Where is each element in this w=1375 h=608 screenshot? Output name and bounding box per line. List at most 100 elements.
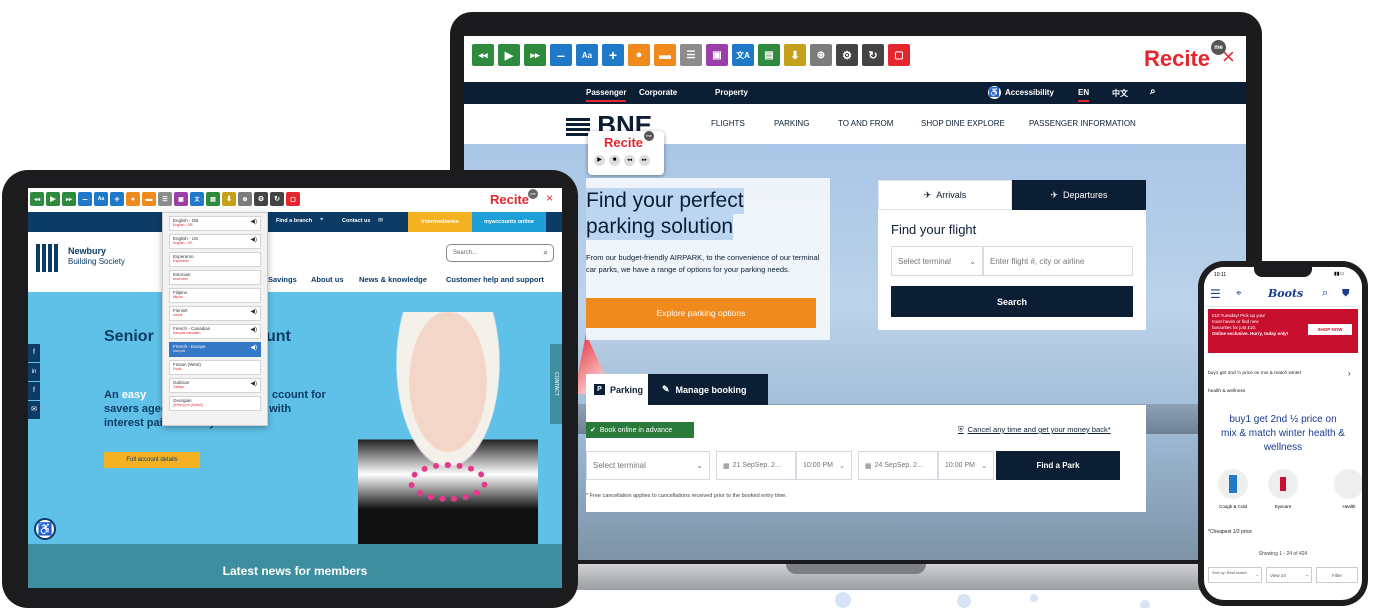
language-option[interactable]: Finnish suomi ◀)	[169, 306, 261, 321]
accessibility-icon[interactable]: ♿	[988, 86, 1001, 99]
flight-search-button[interactable]: Search	[891, 286, 1133, 317]
rewind-icon[interactable]: ◂◂	[472, 44, 494, 66]
exit-date-picker[interactable]: ▦ 24 SepSep. 2...	[858, 451, 938, 480]
language-option[interactable]: Frisian (West) Frysk	[169, 360, 261, 375]
font-icon[interactable]: Aa	[576, 44, 598, 66]
view-select[interactable]: View 24 ⌄	[1266, 567, 1312, 583]
nav-flights[interactable]: FLIGHTS	[711, 119, 745, 128]
myaccounts-link[interactable]: myaccounts online	[472, 212, 546, 232]
money-back-link[interactable]: ⛨ Cancel any time and get your money back…	[958, 425, 1111, 435]
magnifier-icon[interactable]: ⊕	[810, 44, 832, 66]
social-mail-icon[interactable]: ✉	[28, 401, 40, 419]
language-option[interactable]: Esperanto Esperanto	[169, 252, 261, 267]
menu-icon[interactable]: ☰	[1210, 287, 1221, 301]
fast-forward-icon[interactable]: ▸▸	[524, 44, 546, 66]
download-icon[interactable]: ⬇	[784, 44, 806, 66]
entry-date-picker[interactable]: ▦ 21 SepSep. 2...	[716, 451, 796, 480]
basket-icon[interactable]: ⛊	[1342, 288, 1350, 299]
settings-icon[interactable]: ⚙	[836, 44, 858, 66]
search-icon[interactable]: ⌕	[1150, 86, 1156, 97]
rewind-icon[interactable]: ◂◂	[30, 192, 44, 206]
color-palette-icon[interactable]: ●	[126, 192, 140, 206]
increase-text-icon[interactable]: +	[602, 44, 624, 66]
filter-button[interactable]: Filter	[1316, 567, 1358, 583]
language-option[interactable]: English - GB English - GB ◀)	[169, 216, 261, 231]
popup-stop-icon[interactable]: ■	[609, 155, 620, 166]
increase-text-icon[interactable]: +	[110, 192, 124, 206]
tab-departures[interactable]: ✈ Departures	[1012, 180, 1146, 210]
close-icon[interactable]: ×	[1222, 44, 1235, 70]
social-facebook-icon[interactable]: f	[28, 344, 40, 362]
language-option[interactable]: Estonian eesti keel	[169, 270, 261, 285]
newbury-logo-mark[interactable]	[36, 244, 58, 272]
translate-icon[interactable]: 文	[190, 192, 204, 206]
decrease-text-icon[interactable]: –	[550, 44, 572, 66]
tab-arrivals[interactable]: ✈ Arrivals	[878, 180, 1012, 210]
language-option-selected[interactable]: French - Europe français ◀)	[169, 342, 261, 357]
language-option[interactable]: English - US English - US ◀)	[169, 234, 261, 249]
boots-logo[interactable]: Boots	[1268, 287, 1303, 300]
download-icon[interactable]: ⬇	[222, 192, 236, 206]
font-icon[interactable]: Aa	[94, 192, 108, 206]
shop-now-button[interactable]: SHOP NOW	[1308, 324, 1352, 335]
language-option[interactable]: Filipino filipino	[169, 288, 261, 303]
reader-icon[interactable]: ▤	[758, 44, 780, 66]
reset-icon[interactable]: ↻	[862, 44, 884, 66]
parking-terminal-select[interactable]: Select terminal ⌄	[586, 451, 710, 480]
nav-savings[interactable]: Savings	[268, 275, 297, 284]
dictionary-icon[interactable]: ▣	[174, 192, 188, 206]
accessibility-icon[interactable]: ♿	[34, 518, 56, 540]
close-icon[interactable]: ×	[546, 191, 553, 205]
translate-icon[interactable]: 文A	[732, 44, 754, 66]
entry-time-select[interactable]: 10:00 PM ⌄	[796, 451, 852, 480]
category-health[interactable]: Health	[1330, 469, 1362, 509]
nav-shop-dine[interactable]: SHOP DINE EXPLORE	[921, 119, 1005, 128]
flight-search-input[interactable]: Enter flight #, city or airline	[983, 246, 1133, 276]
search-icon[interactable]: ⌕	[1322, 287, 1328, 300]
play-icon[interactable]: ▶	[498, 44, 520, 66]
sort-select[interactable]: Sort by: Best match ⌄	[1208, 567, 1262, 583]
exit-time-select[interactable]: 10:00 PM ⌄	[938, 451, 994, 480]
info-icon[interactable]: ▢	[286, 192, 300, 206]
accessibility-link[interactable]: Accessibility	[1005, 88, 1054, 97]
intermediaries-link[interactable]: Intermediaries	[408, 212, 472, 232]
contact-side-tab[interactable]: CONTACT	[550, 344, 562, 424]
nav-to-and-from[interactable]: TO AND FROM	[838, 119, 893, 128]
dictionary-icon[interactable]: ▣	[706, 44, 728, 66]
decrease-text-icon[interactable]: –	[78, 192, 92, 206]
nav-parking[interactable]: PARKING	[774, 119, 809, 128]
reader-icon[interactable]: ▤	[206, 192, 220, 206]
recite-popup[interactable]: Recite me ▶ ■ ◂◂ ▸▸	[588, 131, 664, 175]
category-eyecare[interactable]: Eyecare	[1264, 469, 1302, 509]
terminal-select[interactable]: Select terminal ⌄	[891, 246, 983, 276]
nav-tab-corporate[interactable]: Corporate	[639, 88, 677, 97]
tab-parking[interactable]: P Parking	[586, 374, 648, 405]
info-icon[interactable]: ▢	[888, 44, 910, 66]
nav-customer-help[interactable]: Customer help and support	[446, 275, 544, 284]
breadcrumb[interactable]: buy1 get 2nd ½ price on mix & match wint…	[1208, 365, 1358, 401]
play-icon[interactable]: ▶	[46, 192, 60, 206]
find-branch-link[interactable]: Find a branch	[276, 218, 312, 224]
lang-zh[interactable]: 中文	[1112, 88, 1128, 99]
margins-icon[interactable]: ☰	[158, 192, 172, 206]
margins-icon[interactable]: ☰	[680, 44, 702, 66]
nav-news[interactable]: News & knowledge	[359, 275, 427, 284]
promo-banner[interactable]: £10 Tuesday! Pick up your must-haves or …	[1208, 309, 1358, 353]
popup-play-icon[interactable]: ▶	[594, 155, 605, 166]
color-palette-icon[interactable]: ●	[628, 44, 650, 66]
social-linkedin-icon[interactable]: in	[28, 363, 40, 381]
language-option[interactable]: French - Canadian français canadien ◀)	[169, 324, 261, 339]
fast-forward-icon[interactable]: ▸▸	[62, 192, 76, 206]
lang-en[interactable]: EN	[1078, 88, 1090, 102]
popup-rewind-icon[interactable]: ◂◂	[624, 155, 635, 166]
tab-manage-booking[interactable]: ✎ Manage booking	[648, 374, 768, 405]
explore-parking-button[interactable]: Explore parking options	[586, 298, 816, 328]
contact-us-link[interactable]: Contact us	[342, 218, 370, 224]
nav-passenger-info[interactable]: PASSENGER INFORMATION	[1029, 119, 1136, 128]
find-a-park-button[interactable]: Find a Park	[996, 451, 1120, 480]
category-cough-cold[interactable]: Cough & Cold	[1214, 469, 1252, 509]
site-search-input[interactable]: Search... ⌕	[446, 244, 554, 262]
ruler-icon[interactable]: ▬	[142, 192, 156, 206]
nav-about-us[interactable]: About us	[311, 275, 344, 284]
full-account-button[interactable]: Full account details	[104, 452, 200, 468]
